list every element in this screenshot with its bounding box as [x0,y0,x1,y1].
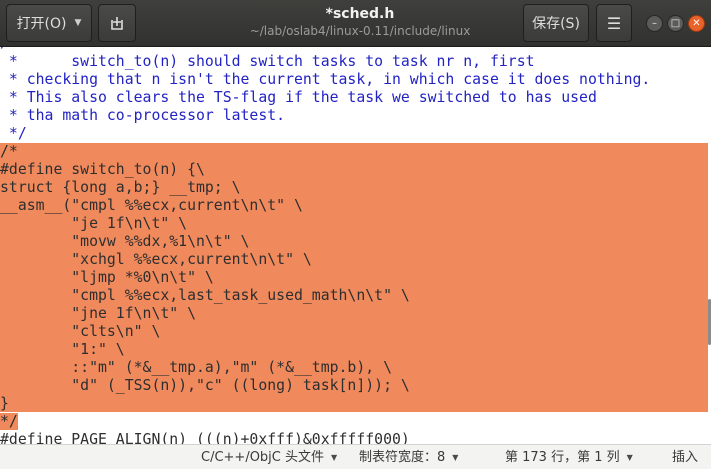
header-bar: 打开(O) ▼ *sched.h ~/lab/oslab4/linux-0.11… [0,0,711,47]
code-line: "xchgl %%ecx,current\n\t" \ [0,251,312,268]
code-line: */ [0,413,711,431]
hamburger-menu-icon: ☰ [606,13,622,33]
language-selector[interactable]: C/C++/ObjC 头文件 ▼ [201,449,337,466]
close-icon: ✕ [692,17,701,29]
tab-width-selector[interactable]: 制表符宽度：8 ▼ [359,449,458,466]
code-line: "cmpl %%ecx,last_task_used_math\n\t" \ [0,287,410,304]
code-line: * tha math co-processor latest. [0,107,286,124]
new-document-icon [111,17,123,30]
insert-mode-indicator[interactable]: 插入 [672,449,698,466]
code-line: * switch_to(n) should switch tasks to ta… [0,53,535,70]
code-line: */ [0,125,27,142]
code-line: #define switch_to(n) {\ [0,161,205,178]
code-line: ::"m" (*&__tmp.a),"m" (*&__tmp.b), \ [0,359,392,376]
code-line: * checking that n isn't the current task… [0,71,651,88]
code-line: "1:" \ [0,341,125,358]
new-document-button[interactable] [98,4,136,42]
selected-text: */ [0,413,18,430]
minimize-icon: – [652,17,657,29]
window-title: *sched.h [325,6,395,22]
code-line: "ljmp *%0\n\t" \ [0,269,214,286]
open-label: 打开(O) [16,16,67,32]
code-line: __asm__("cmpl %%ecx,current\n\t" \ [0,197,303,214]
code-line: /* [0,143,18,160]
minimize-button[interactable]: – [646,15,663,32]
code-line: #define PAGE_ALIGN(n) (((n)+0xfff)&0xfff… [0,431,410,444]
chevron-down-icon: ▼ [452,453,459,462]
open-button[interactable]: 打开(O) ▼ [6,4,92,42]
chevron-down-icon: ▼ [331,453,338,462]
code-line: struct {long a,b;} __tmp; \ [0,179,241,196]
code-line: "clts\n" \ [0,323,161,340]
code-line: } [0,395,9,412]
cursor-position-label: 第 173 行，第 1 列 [505,450,620,465]
maximize-icon: □ [670,17,681,29]
text-editor[interactable]: / * switch_to(n) should switch tasks to … [0,47,711,444]
chevron-down-icon: ▼ [626,453,633,462]
window-title-block: *sched.h ~/lab/oslab4/linux-0.11/include… [200,5,520,39]
tab-width-label: 制表符宽度：8 [359,450,446,465]
close-button[interactable]: ✕ [688,15,705,32]
language-label: C/C++/ObjC 头文件 [201,450,325,465]
file-path: ~/lab/oslab4/linux-0.11/include/linux [249,24,471,38]
cursor-position[interactable]: 第 173 行，第 1 列 ▼ [505,449,633,466]
code-line: "jne 1f\n\t" \ [0,305,196,322]
save-button[interactable]: 保存(S) [523,4,589,42]
code-line: "je 1f\n\t" \ [0,215,188,232]
code-line: / [0,47,711,52]
menu-button[interactable]: ☰ [596,4,632,42]
maximize-button[interactable]: □ [667,15,684,32]
status-bar: C/C++/ObjC 头文件 ▼ 制表符宽度：8 ▼ 第 173 行，第 1 列… [0,444,711,469]
code-line: * This also clears the TS-flag if the ta… [0,89,597,106]
code-line: "movw %%dx,%1\n\t" \ [0,233,250,250]
code-line: "d" (_TSS(n)),"c" ((long) task[n])); \ [0,377,410,394]
chevron-down-icon: ▼ [74,18,82,28]
